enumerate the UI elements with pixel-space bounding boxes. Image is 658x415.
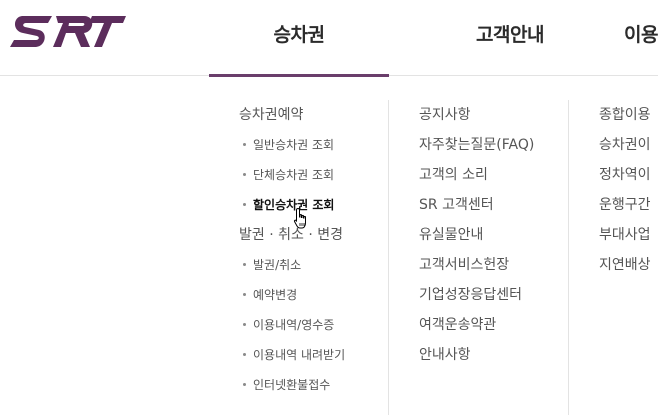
menu-column-customer-guide: 공지사항 자주찾는질문(FAQ) 고객의 소리 SR 고객센터 유실물안내 고객… <box>419 100 534 370</box>
bullet-icon <box>243 353 246 356</box>
column-divider <box>568 100 569 415</box>
menu-link-history-download[interactable]: 이용내역 내려받기 <box>239 340 345 370</box>
menu-link-service-charter[interactable]: 고객서비스헌장 <box>419 250 534 280</box>
menu-link-change-reservation[interactable]: 예약변경 <box>239 280 345 310</box>
menu-link-label: 예약변경 <box>253 288 298 302</box>
menu-link-sr-customer-center[interactable]: SR 고객센터 <box>419 190 534 220</box>
bullet-icon <box>243 323 246 326</box>
menu-link-usage-general[interactable]: 종합이용 <box>599 100 651 130</box>
menu-link-label: 일반승차권 조회 <box>253 138 335 152</box>
menu-link-history-receipt[interactable]: 이용내역/영수증 <box>239 310 345 340</box>
srt-logo-icon <box>10 16 126 47</box>
menu-link-customer-voice[interactable]: 고객의 소리 <box>419 160 534 190</box>
menu-link-issue-cancel[interactable]: 발권/취소 <box>239 250 345 280</box>
menu-link-usage-business[interactable]: 부대사업 <box>599 220 651 250</box>
menu-link-general-ticket-search[interactable]: 일반승차권 조회 <box>239 130 345 160</box>
menu-link-passenger-terms[interactable]: 여객운송약관 <box>419 310 534 340</box>
header: 승차권 고객안내 이용 <box>0 0 658 77</box>
gnb-tab-ticket[interactable]: 승차권 <box>209 0 389 77</box>
menu-link-usage-delay-compensation[interactable]: 지연배상 <box>599 250 651 280</box>
menu-link-label: 인터넷환불접수 <box>253 378 331 392</box>
menu-column-ticket: 승차권예약 일반승차권 조회 단체승차권 조회 할인승차권 조회 발권 · 취소… <box>239 100 345 400</box>
menu-link-label: 이용내역 내려받기 <box>253 348 346 362</box>
menu-link-label: 발권/취소 <box>253 258 302 272</box>
menu-link-usage-ticket[interactable]: 승차권이 <box>599 130 651 160</box>
bullet-icon <box>243 173 246 176</box>
gnb-tab-customer-guide[interactable]: 고객안내 <box>420 0 600 76</box>
bullet-icon <box>243 143 246 146</box>
column-divider <box>388 100 389 415</box>
bullet-icon <box>243 263 246 266</box>
menu-link-guidance[interactable]: 안내사항 <box>419 340 534 370</box>
menu-column-usage: 종합이용 승차권이 정차역이 운행구간 부대사업 지연배상 <box>599 100 651 280</box>
menu-link-usage-route[interactable]: 운행구간 <box>599 190 651 220</box>
menu-link-faq[interactable]: 자주찾는질문(FAQ) <box>419 130 534 160</box>
menu-link-label: 이용내역/영수증 <box>253 318 335 332</box>
menu-link-group-ticket-search[interactable]: 단체승차권 조회 <box>239 160 345 190</box>
srt-logo[interactable] <box>8 14 126 50</box>
menu-link-label: 단체승차권 조회 <box>253 168 335 182</box>
bullet-icon <box>243 293 246 296</box>
bullet-icon <box>243 203 246 206</box>
menu-link-business-growth-center[interactable]: 기업성장응답센터 <box>419 280 534 310</box>
menu-link-usage-station[interactable]: 정차역이 <box>599 160 651 190</box>
hand-pointer-icon <box>293 207 311 231</box>
menu-link-lost-and-found[interactable]: 유실물안내 <box>419 220 534 250</box>
menu-link-ticket-reservation[interactable]: 승차권예약 <box>239 100 345 130</box>
bullet-icon <box>243 383 246 386</box>
menu-link-online-refund[interactable]: 인터넷환불접수 <box>239 370 345 400</box>
gnb-tab-usage[interactable]: 이용 <box>624 0 658 76</box>
menu-link-notice[interactable]: 공지사항 <box>419 100 534 130</box>
